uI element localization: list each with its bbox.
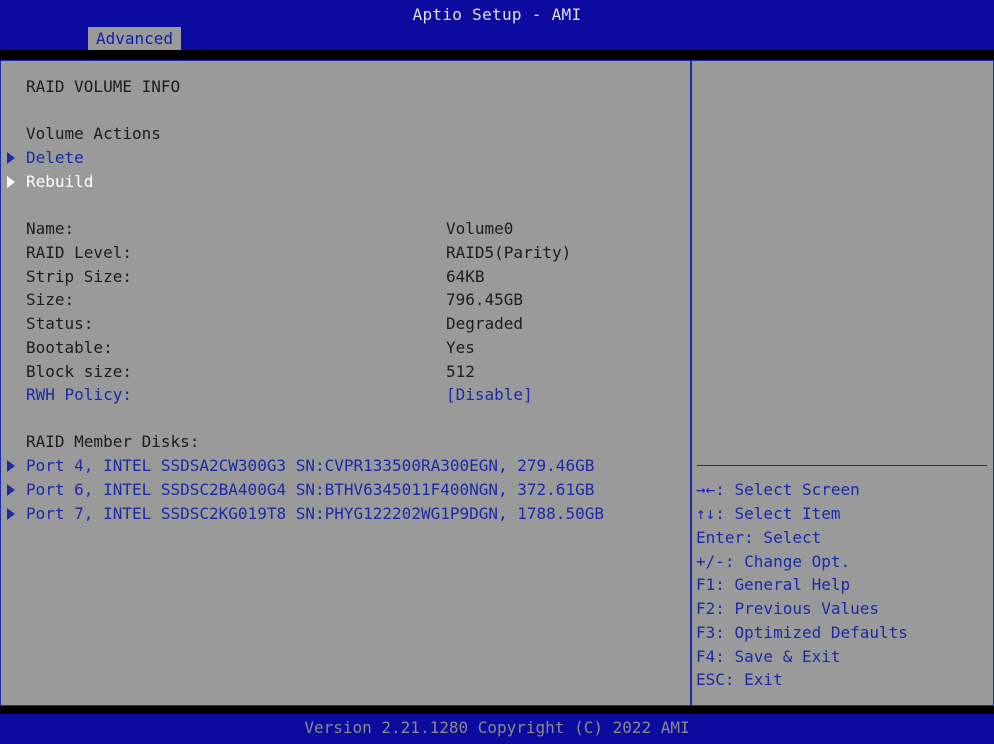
help-select-screen: →←: Select Screen <box>696 480 860 499</box>
submenu-arrow-icon <box>7 508 15 520</box>
volume-actions-heading: Volume Actions <box>26 124 161 143</box>
field-value: Degraded <box>446 314 524 333</box>
help-separator <box>697 465 987 466</box>
panel-divider <box>690 61 692 705</box>
field-label: Bootable: <box>26 338 113 357</box>
submenu-arrow-icon <box>7 484 15 496</box>
member-disk-item[interactable]: Port 7, INTEL SSDSC2KG019T8 SN:PHYG12220… <box>26 502 604 526</box>
help-general: F1: General Help <box>696 575 851 594</box>
help-previous-values: F2: Previous Values <box>696 599 880 618</box>
help-enter: Enter: Select <box>696 528 822 547</box>
help-esc-exit: ESC: Exit <box>696 670 783 689</box>
submenu-arrow-icon <box>7 176 15 188</box>
field-label: Strip Size: <box>26 267 132 286</box>
help-save-exit: F4: Save & Exit <box>696 647 841 666</box>
field-label: Name: <box>26 219 75 238</box>
submenu-arrow-icon <box>7 152 15 164</box>
help-change-opt: +/-: Change Opt. <box>696 552 851 571</box>
field-label: Size: <box>26 290 75 309</box>
submenu-arrow-icon <box>7 460 15 472</box>
help-select-item: ↑↓: Select Item <box>696 504 841 523</box>
field-value: Volume0 <box>446 219 514 238</box>
tab-advanced[interactable]: Advanced <box>88 27 182 50</box>
field-value: Yes <box>446 338 475 357</box>
field-label: Status: <box>26 314 94 333</box>
app-title: Aptio Setup - AMI <box>412 5 582 24</box>
field-value: 64KB <box>446 267 485 286</box>
field-label: Block size: <box>26 362 132 381</box>
header-bar: Aptio Setup - AMI Advanced <box>0 0 994 50</box>
main-frame: RAID VOLUME INFO Volume Actions Delete R… <box>0 60 994 706</box>
field-label: RAID Level: <box>26 243 132 262</box>
footer-version: Version 2.21.1280 Copyright (C) 2022 AMI <box>0 714 994 744</box>
help-optimized-defaults: F3: Optimized Defaults <box>696 623 908 642</box>
rwh-policy-label[interactable]: RWH Policy: <box>26 383 132 407</box>
member-disks-heading: RAID Member Disks: <box>26 432 200 451</box>
field-value: RAID5(Parity) <box>446 243 572 262</box>
rwh-policy-select[interactable]: [Disable] <box>446 383 533 407</box>
field-value: 512 <box>446 362 475 381</box>
member-disk-item[interactable]: Port 6, INTEL SSDSC2BA400G4 SN:BTHV63450… <box>26 478 594 502</box>
member-disk-item[interactable]: Port 4, INTEL SSDSA2CW300G3 SN:CVPR13350… <box>26 454 594 478</box>
delete-action[interactable]: Delete <box>26 146 84 170</box>
page-heading: RAID VOLUME INFO <box>26 77 181 96</box>
rebuild-action[interactable]: Rebuild <box>26 170 93 194</box>
field-value: 796.45GB <box>446 290 524 309</box>
